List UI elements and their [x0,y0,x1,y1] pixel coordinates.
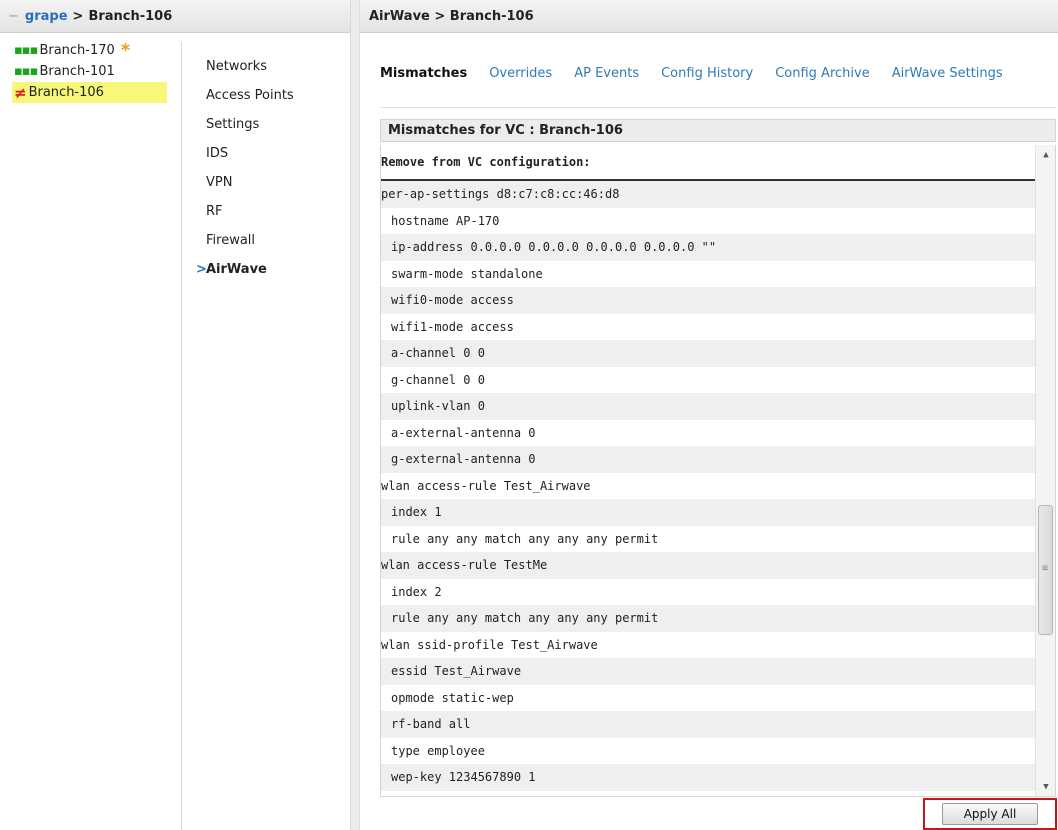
scroll-thumb[interactable]: ≡ [1038,505,1053,635]
code-line: uplink-vlan 0 [381,393,1035,420]
code-line: per-ap-settings d8:c7:c8:cc:46:d8 [381,181,1035,208]
nav-item-networks[interactable]: Networks [206,52,346,81]
tab-overrides[interactable]: Overrides [489,66,552,81]
status-ok-icon: ▪▪▪ [14,64,38,79]
code-line: opmode static-wep [391,690,514,705]
code-line: wlan ssid-profile Test_Airwave [381,637,598,652]
code-line: g-channel 0 0 [391,372,485,387]
code-line: essid Test_Airwave [381,658,1035,685]
tab-config-history[interactable]: Config History [661,66,753,81]
vertical-scrollbar[interactable]: ▲ ≡ ▼ [1035,145,1055,796]
scroll-up-icon[interactable]: ▲ [1036,145,1055,165]
nav-item-vpn[interactable]: VPN [206,168,346,197]
code-line: rule any any match any any any permit [391,531,659,546]
scroll-down-icon[interactable]: ▼ [1036,777,1055,796]
tab-divider [380,107,1056,108]
code-line: hostname AP-170 [391,213,500,228]
section-title: Mismatches for VC : Branch-106 [380,119,1056,142]
code-line: ip-address 0.0.0.0 0.0.0.0 0.0.0.0 0.0.0… [381,234,1035,261]
apply-all-highlight: Apply All [923,798,1057,830]
code-line: index 2 [391,584,442,599]
nav-item-settings[interactable]: Settings [206,110,346,139]
tab-ap-events[interactable]: AP Events [574,66,639,81]
tree-item-label: Branch-106 [28,85,104,100]
tab-airwave-settings[interactable]: AirWave Settings [892,66,1003,81]
code-line: rf-band all [381,711,1035,738]
breadcrumb-root-link[interactable]: grape [25,9,68,24]
code-line: wlan access-rule TestMe [381,552,1035,579]
code-lines: per-ap-settings d8:c7:c8:cc:46:d8 hostnam… [381,181,1035,791]
code-line: index 1 [381,499,1035,526]
column-divider [181,42,182,830]
mismatch-config-panel[interactable]: Remove from VC configuration: per-ap-set… [380,145,1056,797]
panel-splitter[interactable] [350,0,360,830]
code-line: wifi1-mode access [391,319,514,334]
code-heading: Remove from VC configuration: [381,145,1035,181]
nav-item-rf[interactable]: RF [206,197,346,226]
apply-all-button[interactable]: Apply All [942,803,1038,825]
code-line: a-channel 0 0 [381,340,1035,367]
nav-item-airwave[interactable]: > AirWave [196,255,346,284]
tree-item-branch-101[interactable]: ▪▪▪ Branch-101 [12,61,172,82]
grip-icon: ≡ [1042,563,1049,574]
nav-item-firewall[interactable]: Firewall [206,226,346,255]
code-line: g-external-antenna 0 [381,446,1035,473]
tab-mismatches[interactable]: Mismatches [380,66,467,81]
left-breadcrumb: − grape > Branch-106 [0,0,350,33]
breadcrumb-current: Branch-106 [88,8,173,24]
nav-item-access-points[interactable]: Access Points [206,81,346,110]
tab-config-archive[interactable]: Config Archive [775,66,870,81]
tab-bar: Mismatches Overrides AP Events Config Hi… [380,66,1025,81]
app-root: − grape > Branch-106 ▪▪▪ Branch-170 * ▪▪… [0,0,1058,830]
code-line: wlan access-rule Test_Airwave [381,478,591,493]
tree-item-label: Branch-170 [39,43,115,58]
chevron-right-icon: > [196,262,207,277]
status-ok-icon: ▪▪▪ [14,43,38,58]
nav-item-ids[interactable]: IDS [206,139,346,168]
nav-item-label: AirWave [206,262,267,277]
code-line: type employee [391,743,485,758]
collapse-icon[interactable]: − [8,9,19,24]
tree-item-branch-170[interactable]: ▪▪▪ Branch-170 * [12,40,172,61]
page-title: AirWave > Branch-106 [360,0,1058,33]
not-equal-icon: ≠ [14,83,27,102]
code-line: wifi0-mode access [381,287,1035,314]
tree-item-branch-106[interactable]: ≠ Branch-106 [12,82,167,103]
code-line: swarm-mode standalone [391,266,543,281]
tree-item-label: Branch-101 [39,64,115,79]
code-line: rule any any match any any any permit [381,605,1035,632]
vc-tree: ▪▪▪ Branch-170 * ▪▪▪ Branch-101 ≠ Branch… [12,40,172,103]
asterisk-badge-icon: * [120,39,131,61]
code-line: wep-key 1234567890 1 [381,764,1035,791]
code-line: a-external-antenna 0 [391,425,536,440]
config-nav: Networks Access Points Settings IDS VPN … [196,52,346,284]
breadcrumb-separator: > [72,8,84,24]
